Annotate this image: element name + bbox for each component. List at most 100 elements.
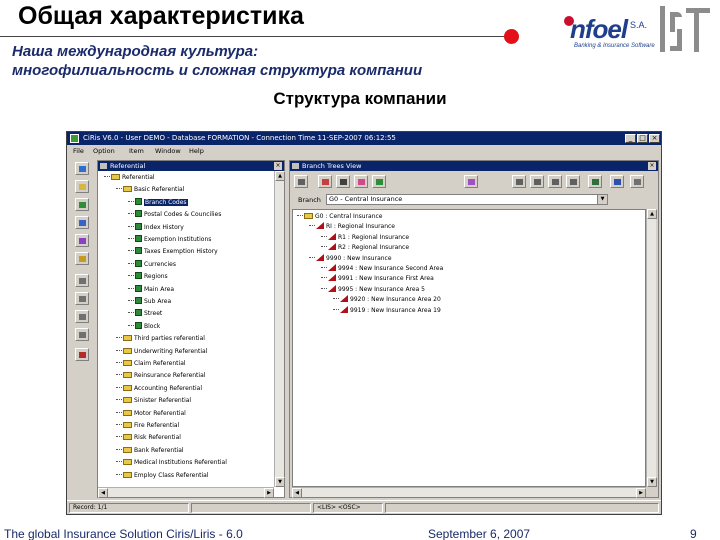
branch-triangle-icon — [340, 295, 348, 303]
referential-tree-item[interactable]: Employ Class Referential — [116, 471, 209, 481]
add-button[interactable] — [372, 175, 386, 188]
tree-connector — [333, 308, 339, 310]
branch-tree-item[interactable]: R1 : Regional Insurance — [321, 232, 409, 243]
nav-last-button[interactable] — [566, 175, 580, 188]
door-button[interactable] — [588, 175, 602, 188]
menu-window[interactable]: Window — [155, 147, 181, 155]
tree-item-label: Employ Class Referential — [134, 471, 209, 479]
exit-button[interactable] — [630, 175, 644, 188]
branch-tree-item[interactable]: 9990 : New Insurance — [309, 253, 392, 264]
section-title: Структура компании — [273, 89, 447, 108]
branch-tree-item[interactable]: G0 : Central Insurance — [297, 212, 383, 222]
scroll-up-icon[interactable]: ▲ — [275, 171, 285, 181]
referential-tree-item[interactable]: Claim Referential — [116, 359, 186, 369]
tree-item-label: Index History — [144, 223, 184, 231]
toolbar-exit-button[interactable] — [75, 348, 89, 361]
scroll-left-icon[interactable]: ◀ — [292, 488, 302, 498]
branch-tree-item[interactable]: 9995 : New Insurance Area 5 — [321, 284, 425, 295]
table-icon — [135, 284, 142, 292]
window-titlebar[interactable]: CiRis V6.0 - User DEMO - Database FORMAT… — [67, 132, 661, 145]
logo-sa: S.A. — [630, 20, 648, 30]
branch-tree-item[interactable]: 9920 : New Insurance Area 20 — [333, 295, 441, 305]
branch-select[interactable]: G0 - Central Insurance ▼ — [326, 194, 608, 205]
branch-tree-item[interactable]: 9919 : New Insurance Area 19 — [333, 305, 441, 316]
nav-first-button[interactable] — [512, 175, 526, 188]
branch-tree-item[interactable]: 9994 : New Insurance Second Area — [321, 264, 443, 274]
scroll-right-icon[interactable]: ▶ — [636, 488, 646, 498]
toolbar-prev-button[interactable] — [75, 292, 89, 305]
table-icon — [135, 309, 142, 317]
menu-item[interactable]: Item — [129, 147, 144, 155]
menu-option[interactable]: Option — [93, 147, 115, 155]
menu-help[interactable]: Help — [189, 147, 204, 155]
referential-tree-item[interactable]: Sub Area — [128, 297, 171, 307]
tree-item-label: Accounting Referential — [134, 384, 202, 392]
toolbar-save-button[interactable] — [75, 198, 89, 211]
referential-tree-item[interactable]: Fire Referential — [116, 421, 179, 431]
referential-vscroll[interactable]: ▲ ▼ — [274, 171, 285, 487]
referential-tree-item[interactable]: Reinsurance Referential — [116, 371, 205, 381]
referential-tree-item[interactable]: Referential — [104, 173, 155, 183]
help-button[interactable] — [610, 175, 624, 188]
referential-tree-item[interactable]: Basic Referential — [116, 185, 184, 195]
referential-tree-item[interactable]: Risk Referential — [116, 433, 181, 443]
referential-tree-item[interactable]: Medical Institutions Referential — [116, 458, 227, 468]
referential-tree-item[interactable]: Branch Codes — [128, 197, 188, 208]
nav-next-button[interactable] — [548, 175, 562, 188]
toolbar-last-button[interactable] — [75, 328, 89, 341]
scroll-down-icon[interactable]: ▼ — [275, 477, 285, 487]
toolbar-next-button[interactable] — [75, 310, 89, 323]
close-icon[interactable]: × — [649, 134, 660, 143]
sort-button[interactable] — [464, 175, 478, 188]
nav-prev-button[interactable] — [530, 175, 544, 188]
referential-tree-item[interactable]: Postal Codes & Councilies — [128, 210, 221, 220]
branch-triangle-icon — [340, 305, 348, 313]
panel-close-icon[interactable]: × — [274, 162, 282, 170]
insert-button[interactable] — [354, 175, 368, 188]
toolbar-copy-button[interactable] — [75, 216, 89, 229]
menu-file[interactable]: File — [73, 147, 84, 155]
branch-hscroll[interactable]: ◀ ▶ — [292, 487, 646, 498]
referential-tree-item[interactable]: Index History — [128, 222, 184, 233]
referential-tree-item[interactable]: Street — [128, 309, 162, 319]
table-icon — [135, 259, 142, 267]
print-button[interactable] — [294, 175, 308, 188]
referential-tree-item[interactable]: Taxes Exemption History — [128, 247, 218, 257]
referential-tree-item[interactable]: Underwriting Referential — [116, 347, 207, 357]
branch-tree-item[interactable]: RI : Regional Insurance — [309, 222, 395, 232]
folder-icon — [111, 174, 120, 180]
scroll-up-icon[interactable]: ▲ — [647, 209, 657, 219]
referential-tree-item[interactable]: Currencies — [128, 259, 176, 270]
referential-tree-item[interactable]: Main Area — [128, 284, 174, 295]
maximize-icon[interactable]: □ — [637, 134, 648, 143]
toolbar-refresh-button[interactable] — [75, 234, 89, 247]
branch-vscroll[interactable]: ▲ ▼ — [646, 209, 657, 487]
toolbar-open-button[interactable] — [75, 180, 89, 193]
referential-tree-item[interactable]: Accounting Referential — [116, 384, 202, 394]
toolbar-home-button[interactable] — [75, 162, 89, 175]
referential-hscroll[interactable]: ◀ ▶ — [98, 487, 274, 498]
edit-button[interactable] — [336, 175, 350, 188]
scroll-down-icon[interactable]: ▼ — [647, 477, 657, 487]
chevron-down-icon[interactable]: ▼ — [597, 195, 607, 204]
scroll-left-icon[interactable]: ◀ — [98, 488, 108, 498]
filter-button[interactable] — [318, 175, 332, 188]
referential-tree-item[interactable]: Motor Referential — [116, 409, 186, 419]
scroll-right-icon[interactable]: ▶ — [264, 488, 274, 498]
referential-tree-item[interactable]: Sinister Referential — [116, 396, 191, 406]
tree-item-label: Street — [144, 310, 163, 318]
referential-tree-item[interactable]: Bank Referential — [116, 446, 184, 456]
referential-tree-item[interactable]: Third parties referential — [116, 334, 205, 344]
table-icon — [135, 297, 142, 304]
toolbar-first-button[interactable] — [75, 274, 89, 287]
panel-close-icon[interactable]: × — [648, 162, 656, 170]
tree-connector — [128, 300, 134, 301]
referential-tree-item[interactable]: Regions — [128, 272, 168, 282]
branch-tree-item[interactable]: 9991 : New Insurance First Area — [321, 274, 434, 284]
branch-tree-item[interactable]: R2 : Regional Insurance — [321, 243, 409, 253]
minimize-icon[interactable]: _ — [625, 134, 636, 143]
referential-tree-item[interactable]: Block — [128, 321, 160, 332]
referential-tree-item[interactable]: Exemption Institutions — [128, 235, 211, 245]
branch-triangle-icon — [316, 222, 324, 230]
toolbar-lock-button[interactable] — [75, 252, 89, 265]
